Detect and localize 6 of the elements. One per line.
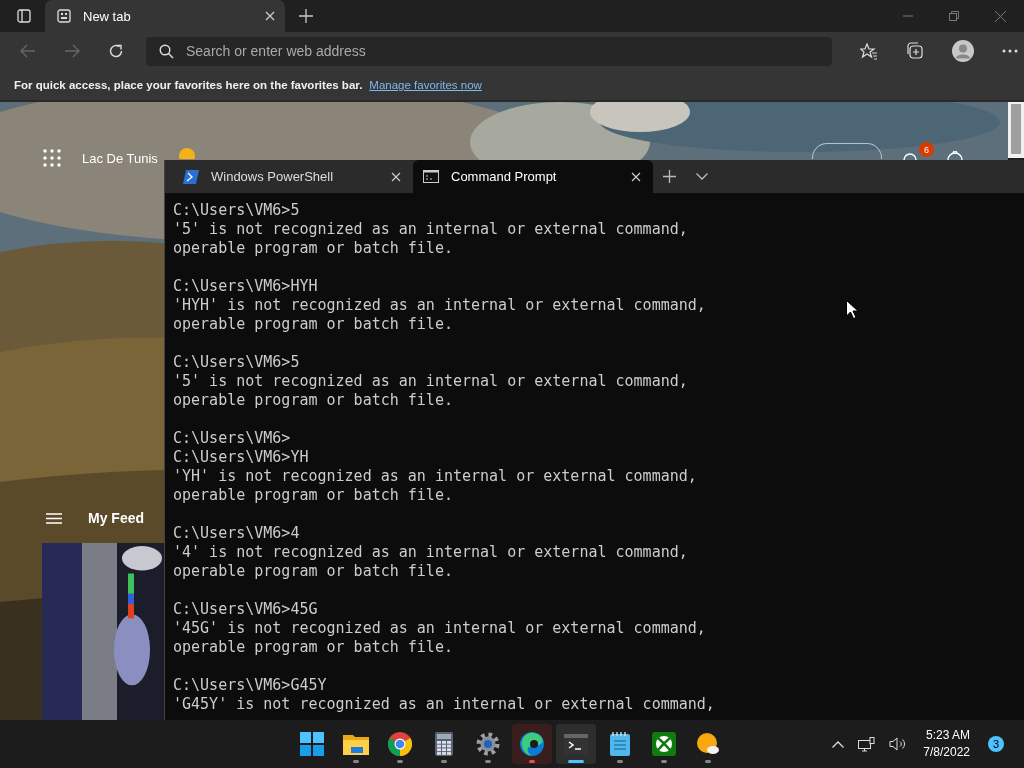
browser-tab[interactable]: New tab: [45, 0, 285, 32]
manage-favorites-link[interactable]: Manage favorites now: [369, 79, 482, 91]
favorites-bar-message: For quick access, place your favorites here on the favorites bar.: [14, 79, 363, 91]
clock[interactable]: 5:23 AM 7/8/2022: [923, 727, 970, 761]
address-bar[interactable]: Search or enter web address: [146, 36, 832, 66]
notification-badge[interactable]: 3: [988, 736, 1004, 752]
